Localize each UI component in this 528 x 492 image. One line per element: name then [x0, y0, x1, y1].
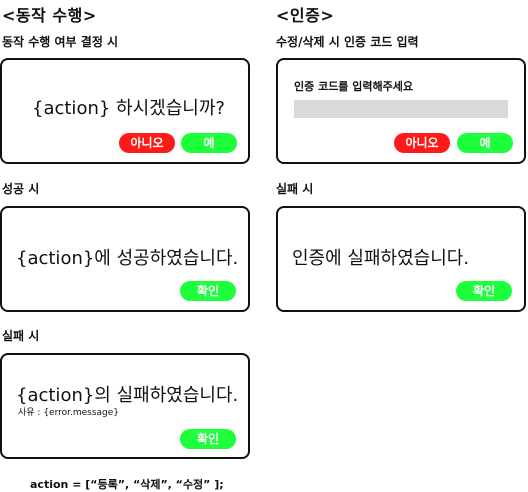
auth-failure-ok-button[interactable]: 확인 — [456, 281, 512, 301]
auth-no-button[interactable]: 아니오 — [394, 133, 450, 153]
failure-reason: 사유 : {error.message} — [18, 408, 120, 418]
auth-code-input[interactable] — [294, 100, 508, 118]
yes-button[interactable]: 예 — [181, 133, 237, 153]
failure-message: {action}의 실패하였습니다. — [16, 385, 239, 406]
failure-dialog: {action}의 실패하였습니다. 사유 : {error.message} … — [0, 353, 250, 459]
success-label: 성공 시 — [2, 182, 40, 196]
auth-failure-dialog: 인증에 실패하였습니다. 확인 — [276, 206, 526, 312]
auth-failure-label: 실패 시 — [276, 182, 314, 196]
auth-code-dialog: 인증 코드를 입력해주세요 아니오 예 — [276, 58, 526, 164]
action-section-title: <동작 수행> — [2, 6, 97, 25]
failure-ok-button[interactable]: 확인 — [180, 429, 236, 449]
no-button[interactable]: 아니오 — [119, 133, 175, 153]
auth-failure-message: 인증에 실패하였습니다. — [292, 248, 470, 269]
success-dialog: {action}에 성공하였습니다. 확인 — [0, 206, 250, 312]
success-message: {action}에 성공하였습니다. — [16, 248, 239, 269]
auth-prompt-label: 수정/삭제 시 인증 코드 입력 — [276, 35, 419, 49]
auth-yes-button[interactable]: 예 — [457, 133, 513, 153]
failure-label: 실패 시 — [2, 329, 40, 343]
auth-section-title: <인증> — [276, 6, 335, 25]
action-values-note: action = [“등록”, “삭제”, “수정” ]; — [30, 478, 224, 491]
success-ok-button[interactable]: 확인 — [180, 281, 236, 301]
confirm-message: {action} 하시겠습니까? — [32, 98, 225, 119]
auth-prompt-message: 인증 코드를 입력해주세요 — [294, 80, 413, 93]
confirm-dialog: {action} 하시겠습니까? 아니오 예 — [0, 58, 250, 164]
confirm-label: 동작 수행 여부 결정 시 — [2, 35, 119, 49]
